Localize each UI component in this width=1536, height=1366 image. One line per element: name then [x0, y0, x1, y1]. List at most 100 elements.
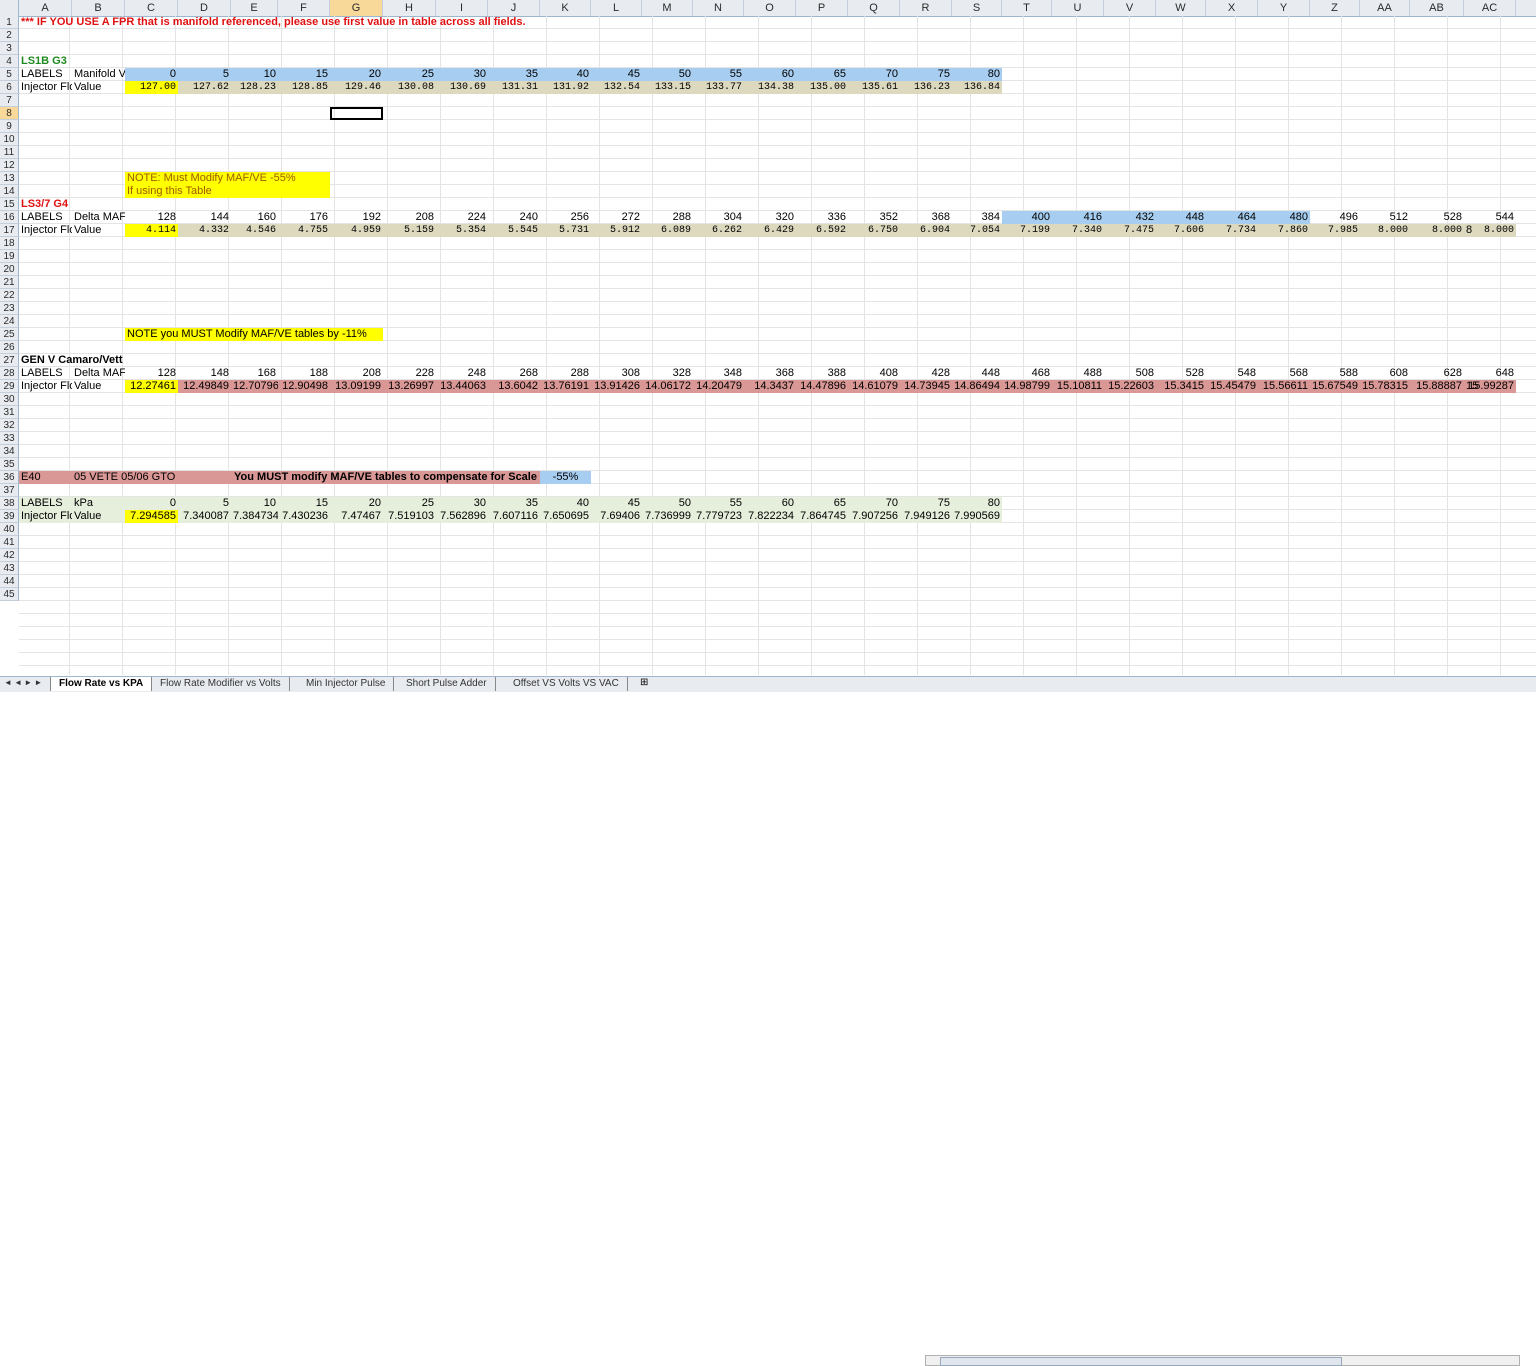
- ls3-header[interactable]: 384: [952, 211, 1002, 224]
- gen5-value[interactable]: 12.49849: [178, 380, 231, 393]
- ls3-overflow[interactable]: 8: [1464, 224, 1516, 237]
- row-header-23[interactable]: 23: [0, 302, 19, 315]
- gen5-header[interactable]: 248: [436, 367, 488, 380]
- insert-sheet-icon[interactable]: ⊞: [640, 677, 648, 688]
- ls3-value[interactable]: 6.429: [744, 224, 796, 237]
- row-header-3[interactable]: 3: [0, 42, 19, 55]
- ls3-header[interactable]: 496: [1310, 211, 1360, 224]
- ls1b-header[interactable]: 30: [436, 68, 488, 81]
- ls1b-row-label[interactable]: Injector Flo: [19, 81, 72, 94]
- e40-warning[interactable]: You MUST modify MAF/VE tables to compens…: [231, 471, 540, 484]
- gen5-header[interactable]: 448: [952, 367, 1002, 380]
- e40-header[interactable]: 45: [591, 497, 642, 510]
- ls3-value[interactable]: 5.731: [540, 224, 591, 237]
- e40-percent[interactable]: -55%: [540, 471, 591, 484]
- ls1b-value[interactable]: 136.84: [952, 81, 1002, 94]
- ls1b-value[interactable]: 133.15: [642, 81, 693, 94]
- row-header-5[interactable]: 5: [0, 68, 19, 81]
- row-header-44[interactable]: 44: [0, 575, 19, 588]
- e40-label[interactable]: E40: [19, 471, 72, 484]
- ls1b-value[interactable]: 130.69: [436, 81, 488, 94]
- ls3-header[interactable]: 480: [1258, 211, 1310, 224]
- scrollbar-thumb[interactable]: [940, 1357, 1342, 1366]
- ls3-header[interactable]: 272: [591, 211, 642, 224]
- row-header-2[interactable]: 2: [0, 29, 19, 42]
- ls1b-header[interactable]: 45: [591, 68, 642, 81]
- ls3-value[interactable]: 5.545: [488, 224, 540, 237]
- ls1b-value[interactable]: 133.77: [693, 81, 744, 94]
- e40-model[interactable]: 05 VETE 05/06 GTO: [72, 471, 231, 484]
- gen5-value[interactable]: 12.90498: [278, 380, 330, 393]
- ls3-value[interactable]: 4.755: [278, 224, 330, 237]
- gen5-header[interactable]: 128: [125, 367, 178, 380]
- gen5-header[interactable]: 328: [642, 367, 693, 380]
- e40-value[interactable]: 7.949126: [900, 510, 952, 523]
- ls3-header[interactable]: 176: [278, 211, 330, 224]
- gen5-title[interactable]: GEN V Camaro/Vett: [19, 354, 125, 367]
- gen5-value[interactable]: 13.26997: [383, 380, 436, 393]
- ls1b-header[interactable]: 65: [796, 68, 848, 81]
- ls1b-value[interactable]: 127.62: [178, 81, 231, 94]
- column-header-f[interactable]: F: [278, 0, 330, 16]
- gen5-row-label[interactable]: Injector Flo: [19, 380, 72, 393]
- ls3-header[interactable]: 288: [642, 211, 693, 224]
- gen5-value[interactable]: 13.09199: [330, 380, 383, 393]
- row-header-8[interactable]: 8: [0, 107, 19, 120]
- note-if-using-table[interactable]: If using this Table: [125, 185, 330, 198]
- gen5-header[interactable]: 568: [1258, 367, 1310, 380]
- gen5-value[interactable]: 15.78315: [1360, 380, 1410, 393]
- column-header-n[interactable]: N: [693, 0, 744, 16]
- ls3-value-label[interactable]: Value: [72, 224, 125, 237]
- column-header-a[interactable]: A: [19, 0, 72, 16]
- ls1b-title[interactable]: LS1B G3: [19, 55, 125, 68]
- note-modify-11[interactable]: NOTE you MUST Modify MAF/VE tables by -1…: [125, 328, 383, 341]
- e40-value-label[interactable]: Value: [72, 510, 125, 523]
- gen5-header[interactable]: 628: [1410, 367, 1464, 380]
- e40-header[interactable]: 25: [383, 497, 436, 510]
- ls1b-value[interactable]: 131.31: [488, 81, 540, 94]
- row-header-37[interactable]: 37: [0, 484, 19, 497]
- ls3-header[interactable]: 400: [1002, 211, 1052, 224]
- ls3-value[interactable]: 6.904: [900, 224, 952, 237]
- ls3-header[interactable]: 352: [848, 211, 900, 224]
- row-header-21[interactable]: 21: [0, 276, 19, 289]
- ls1b-value[interactable]: 132.54: [591, 81, 642, 94]
- gen5-overflow[interactable]: 15: [1464, 380, 1516, 393]
- ls1b-header[interactable]: 5: [178, 68, 231, 81]
- gen5-value[interactable]: 13.76191: [540, 380, 591, 393]
- gen5-header[interactable]: 468: [1002, 367, 1052, 380]
- ls3-value[interactable]: 8.000: [1360, 224, 1410, 237]
- e40-value[interactable]: 7.340087: [178, 510, 231, 523]
- row-header-36[interactable]: 36: [0, 471, 19, 484]
- ls3-value[interactable]: 7.606: [1156, 224, 1206, 237]
- ls3-value[interactable]: 7.199: [1002, 224, 1052, 237]
- gen5-value-label[interactable]: Value: [72, 380, 125, 393]
- column-header-i[interactable]: I: [436, 0, 488, 16]
- gen5-value[interactable]: 14.47896: [796, 380, 848, 393]
- row-header-27[interactable]: 27: [0, 354, 19, 367]
- e40-header[interactable]: 35: [488, 497, 540, 510]
- row-header-30[interactable]: 30: [0, 393, 19, 406]
- column-header-ab[interactable]: AB: [1410, 0, 1464, 16]
- column-header-y[interactable]: Y: [1258, 0, 1310, 16]
- gen5-header[interactable]: 388: [796, 367, 848, 380]
- ls3-value[interactable]: 7.985: [1310, 224, 1360, 237]
- ls1b-header[interactable]: 40: [540, 68, 591, 81]
- ls3-value[interactable]: 5.354: [436, 224, 488, 237]
- gen5-value[interactable]: 12.70796: [231, 380, 278, 393]
- ls3-value[interactable]: 4.546: [231, 224, 278, 237]
- horizontal-scrollbar[interactable]: [925, 1355, 1520, 1366]
- ls1b-header[interactable]: 20: [330, 68, 383, 81]
- column-header-ac[interactable]: AC: [1464, 0, 1516, 16]
- gen5-header[interactable]: 308: [591, 367, 642, 380]
- row-header-45[interactable]: 45: [0, 588, 19, 601]
- column-header-g[interactable]: G: [330, 0, 383, 16]
- ls1b-value[interactable]: 127.00: [125, 81, 178, 94]
- row-header-32[interactable]: 32: [0, 419, 19, 432]
- row-header-29[interactable]: 29: [0, 380, 19, 393]
- e40-header[interactable]: 30: [436, 497, 488, 510]
- gen5-header[interactable]: 508: [1104, 367, 1156, 380]
- ls1b-header[interactable]: 75: [900, 68, 952, 81]
- ls3-value[interactable]: 4.114: [125, 224, 178, 237]
- ls1b-header[interactable]: 35: [488, 68, 540, 81]
